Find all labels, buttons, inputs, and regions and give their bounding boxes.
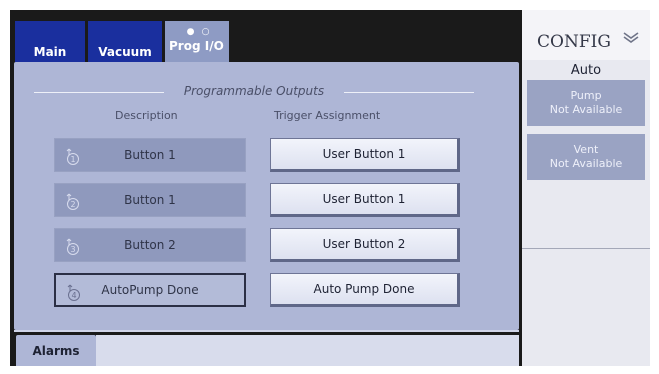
bottom-bar bbox=[96, 335, 519, 366]
column-header-description: Description bbox=[115, 109, 178, 122]
trigger-assignment-button[interactable]: User Button 1 bbox=[270, 183, 460, 217]
page-indicator-dots: ● ○ bbox=[186, 26, 212, 37]
vent-label: Vent bbox=[573, 143, 599, 156]
alarms-tab-label: Alarms bbox=[32, 343, 80, 358]
output-description-label: AutoPump Done bbox=[101, 283, 199, 297]
tab-vacuum[interactable]: Vacuum bbox=[88, 21, 162, 62]
column-header-trigger: Trigger Assignment bbox=[274, 109, 381, 122]
hmi-screen: Main Vacuum ● ○ Prog I/O Programmable Ou… bbox=[10, 10, 650, 366]
mode-label: Auto bbox=[570, 63, 602, 78]
output-row: 2 Button 1 User Button 1 bbox=[14, 183, 519, 217]
output-description-label: Button 1 bbox=[124, 148, 176, 162]
output-row: 4 AutoPump Done Auto Pump Done bbox=[14, 273, 519, 307]
tab-prog-io[interactable]: ● ○ Prog I/O bbox=[165, 21, 229, 62]
programmable-outputs-panel: Programmable Outputs Description Trigger… bbox=[14, 62, 519, 332]
output-description-button[interactable]: 4 AutoPump Done bbox=[54, 273, 246, 307]
vent-status: Not Available bbox=[549, 157, 623, 170]
output-row: 1 Button 1 User Button 1 bbox=[14, 138, 519, 172]
config-header[interactable]: CONFIG bbox=[522, 10, 650, 60]
tab-vacuum-label: Vacuum bbox=[98, 45, 152, 59]
tab-main[interactable]: Main bbox=[15, 21, 85, 62]
output-description-label: Button 1 bbox=[124, 193, 176, 207]
vent-button[interactable]: Vent Not Available bbox=[527, 134, 645, 180]
config-divider bbox=[522, 248, 650, 249]
panel-divider bbox=[14, 330, 519, 332]
section-title-row: Programmable Outputs bbox=[34, 84, 474, 100]
output-description-button[interactable]: 3 Button 2 bbox=[54, 228, 246, 262]
title-divider-right bbox=[344, 92, 474, 93]
section-title: Programmable Outputs bbox=[183, 84, 325, 98]
pump-status: Not Available bbox=[549, 103, 623, 116]
pump-label: Pump bbox=[570, 89, 602, 102]
chevron-down-icon[interactable] bbox=[622, 32, 640, 44]
alarms-tab[interactable]: Alarms bbox=[16, 335, 96, 366]
config-title: CONFIG bbox=[537, 32, 611, 52]
trigger-assignment-button[interactable]: User Button 2 bbox=[270, 228, 460, 262]
output-description-button[interactable]: 1 Button 1 bbox=[54, 138, 246, 172]
trigger-assignment-button[interactable]: Auto Pump Done bbox=[270, 273, 460, 307]
output-row: 3 Button 2 User Button 2 bbox=[14, 228, 519, 262]
config-panel: CONFIG Auto Pump Not Available Vent Not … bbox=[522, 10, 650, 366]
trigger-assignment-button[interactable]: User Button 1 bbox=[270, 138, 460, 172]
output-description-button[interactable]: 2 Button 1 bbox=[54, 183, 246, 217]
output-description-label: Button 2 bbox=[124, 238, 176, 252]
pump-button[interactable]: Pump Not Available bbox=[527, 80, 645, 126]
tab-prog-io-label: Prog I/O bbox=[169, 38, 224, 53]
tab-main-label: Main bbox=[33, 45, 67, 59]
